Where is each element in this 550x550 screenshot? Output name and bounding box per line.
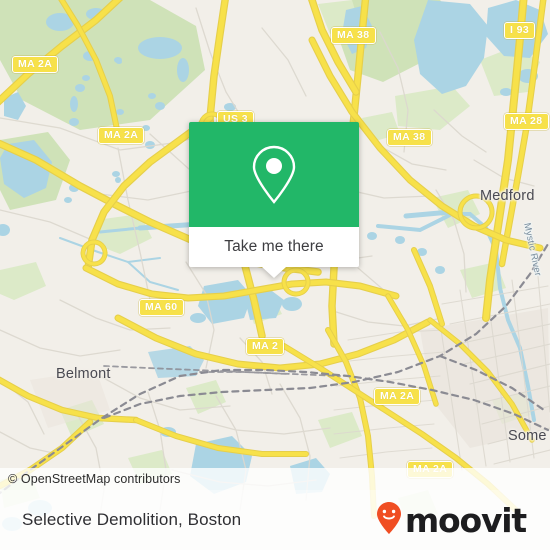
- moovit-logo[interactable]: moovit: [376, 501, 550, 540]
- road-shield: MA 2A: [374, 388, 421, 405]
- page-title: Selective Demolition, Boston: [22, 510, 242, 529]
- place-label-medford: Medford: [480, 188, 535, 204]
- road-shield: MA 60: [139, 299, 184, 316]
- road-shield: MA 38: [387, 129, 432, 146]
- moovit-smiley-pin-icon: [376, 501, 402, 540]
- road-shield: MA 2: [246, 338, 285, 355]
- road-shield: MA 2A: [98, 127, 145, 144]
- place-label-belmont: Belmont: [56, 366, 111, 382]
- road-shield: MA 2A: [12, 56, 59, 73]
- road-shield: I 93: [504, 22, 536, 39]
- moovit-wordmark: moovit: [404, 500, 527, 540]
- location-popup-card[interactable]: Take me there: [189, 122, 359, 278]
- map-screen: .w{fill:#abd4e4} .pk{fill:#cfe2b8} .pk2{…: [0, 0, 550, 550]
- popup-pointer-tail: [262, 267, 286, 278]
- road-shield: MA 28: [504, 113, 549, 130]
- attribution-text[interactable]: © OpenStreetMap contributors: [0, 472, 181, 486]
- place-label-somerville: Some: [508, 428, 547, 444]
- footer-bar: Selective Demolition, Boston moovit: [0, 490, 550, 550]
- road-shield: MA 38: [331, 27, 376, 44]
- map-pin-icon: [250, 144, 298, 206]
- popup-icon-area: [189, 122, 359, 227]
- take-me-there-label: Take me there: [224, 238, 324, 255]
- popup-action-area[interactable]: Take me there: [189, 227, 359, 278]
- map-attribution-bar: © OpenStreetMap contributors: [0, 468, 550, 490]
